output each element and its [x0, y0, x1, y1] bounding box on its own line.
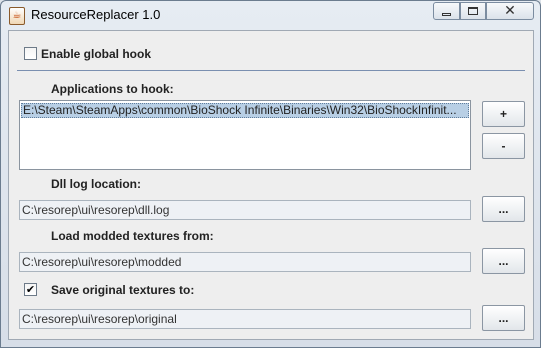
dll-log-label: Dll log location:	[51, 177, 141, 191]
app-java-icon: ☕	[9, 7, 25, 25]
remove-application-button[interactable]: -	[482, 133, 525, 159]
modded-browse-button[interactable]: ...	[482, 248, 525, 274]
app-window: ☕ ResourceReplacer 1.0 ✕ Enable global h…	[0, 0, 541, 348]
dll-log-browse-button[interactable]: ...	[482, 196, 525, 222]
modded-label: Load modded textures from:	[51, 229, 214, 243]
add-application-button[interactable]: +	[482, 101, 525, 127]
global-hook-label[interactable]: Enable global hook	[41, 47, 151, 61]
title-bar[interactable]: ☕ ResourceReplacer 1.0 ✕	[1, 1, 540, 29]
maximize-icon	[468, 7, 478, 15]
applications-list[interactable]: E:\Steam\SteamApps\common\BioShock Infin…	[19, 100, 471, 170]
dll-log-field[interactable]: C:\resorep\ui\resorep\dll.log	[19, 200, 471, 220]
minimize-button[interactable]	[433, 2, 460, 20]
minimize-icon	[442, 12, 451, 16]
main-panel: Enable global hook Applications to hook:…	[8, 30, 534, 340]
close-button[interactable]: ✕	[486, 2, 534, 20]
save-original-label[interactable]: Save original textures to:	[51, 283, 194, 297]
global-hook-checkbox[interactable]	[24, 47, 37, 60]
list-item[interactable]: E:\Steam\SteamApps\common\BioShock Infin…	[21, 103, 469, 118]
save-original-checkbox[interactable]: ✔	[24, 283, 37, 296]
window-title: ResourceReplacer 1.0	[31, 7, 161, 22]
maximize-button[interactable]	[460, 2, 486, 20]
separator	[17, 70, 525, 71]
applications-label: Applications to hook:	[51, 82, 174, 96]
save-original-field[interactable]: C:\resorep\ui\resorep\original	[19, 309, 471, 329]
modded-field[interactable]: C:\resorep\ui\resorep\modded	[19, 252, 471, 272]
close-icon: ✕	[504, 3, 516, 19]
save-original-browse-button[interactable]: ...	[482, 305, 525, 331]
